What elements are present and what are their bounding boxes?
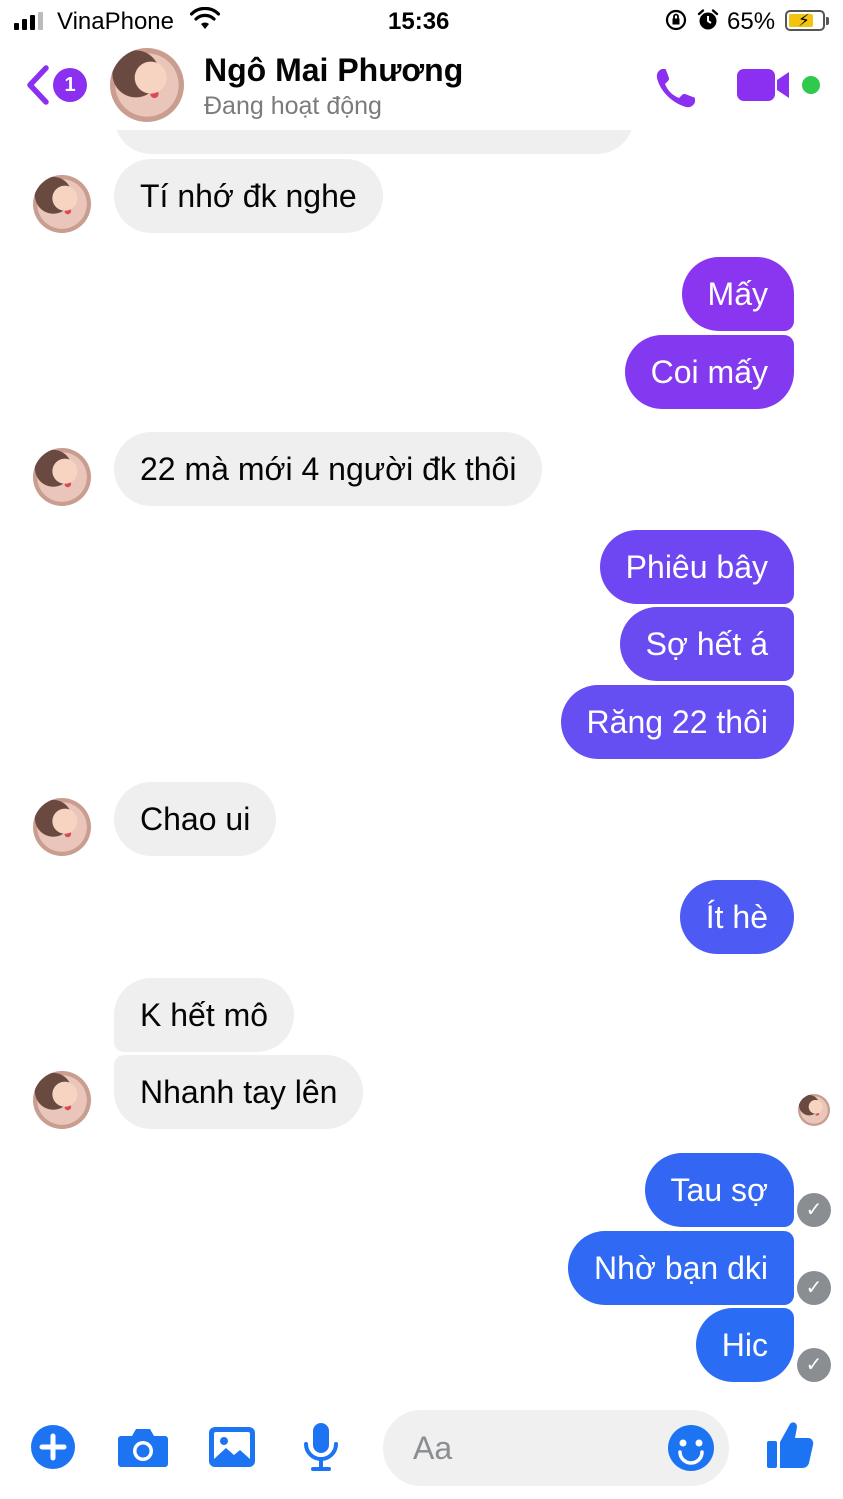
sender-avatar[interactable] [33, 448, 91, 506]
message-outgoing[interactable]: Hic [695, 1308, 794, 1382]
message-incoming[interactable]: Nhanh tay lên [114, 1055, 364, 1129]
phone-icon[interactable] [652, 64, 700, 117]
message-incoming[interactable]: 22 mà mới 4 người đk thôi [114, 432, 543, 506]
message-outgoing[interactable]: Nhờ bạn dki [568, 1231, 794, 1305]
carrier-label: VinaPhone [57, 8, 174, 35]
message-outgoing[interactable]: Sợ hết á [619, 607, 794, 681]
seen-indicator-avatar [798, 1094, 830, 1126]
wifi-icon [189, 6, 221, 38]
message-outgoing[interactable]: Mấy [681, 257, 794, 331]
battery-charging-icon: ⚡ [785, 10, 829, 31]
message-outgoing[interactable]: Phiêu bây [599, 530, 794, 604]
emoji-icon[interactable] [667, 1424, 715, 1477]
message-incoming[interactable]: Chao ui [114, 782, 277, 856]
gallery-icon[interactable] [208, 1426, 256, 1473]
message-incoming[interactable]: K hết mô [114, 978, 295, 1052]
orientation-lock-icon [664, 8, 688, 39]
camera-icon[interactable] [117, 1426, 169, 1473]
microphone-icon[interactable] [302, 1422, 340, 1477]
conversation-header: 1 Ngô Mai Phương Đang hoạt động [0, 44, 843, 130]
message-outgoing[interactable]: Ít hè [679, 880, 794, 954]
message-outgoing[interactable]: Tau sợ [644, 1153, 794, 1227]
sent-check-icon: ✓ [797, 1193, 831, 1227]
thumbs-up-icon[interactable] [766, 1420, 814, 1475]
clock-time: 15:36 [388, 8, 450, 35]
back-button[interactable]: 1 [24, 62, 90, 108]
contact-status: Đang hoạt động [204, 92, 382, 120]
message-input-placeholder: Aa [413, 1430, 453, 1466]
contact-name[interactable]: Ngô Mai Phương [204, 52, 463, 89]
video-camera-icon[interactable] [736, 66, 794, 109]
alarm-icon [696, 8, 720, 39]
online-dot-icon [802, 76, 820, 94]
plus-icon[interactable] [30, 1424, 76, 1475]
sender-avatar[interactable] [33, 1071, 91, 1129]
message-outgoing[interactable]: Coi mấy [624, 335, 794, 409]
unread-badge: 1 [53, 68, 87, 102]
message-incoming[interactable]: Tí nhớ đk nghe [114, 159, 383, 233]
message-input[interactable]: Aa [383, 1410, 729, 1486]
sender-avatar[interactable] [33, 798, 91, 856]
sent-check-icon: ✓ [797, 1271, 831, 1305]
message-outgoing[interactable]: Răng 22 thôi [560, 685, 794, 759]
status-bar: VinaPhone 15:36 65% ⚡ [0, 0, 843, 44]
back-chevron-icon [27, 65, 49, 105]
signal-icon [14, 12, 43, 30]
sender-avatar[interactable] [33, 175, 91, 233]
composer-bar: Aa [0, 1402, 843, 1499]
sent-check-icon: ✓ [797, 1348, 831, 1382]
contact-avatar[interactable] [110, 48, 184, 122]
battery-percent: 65% [727, 8, 776, 35]
